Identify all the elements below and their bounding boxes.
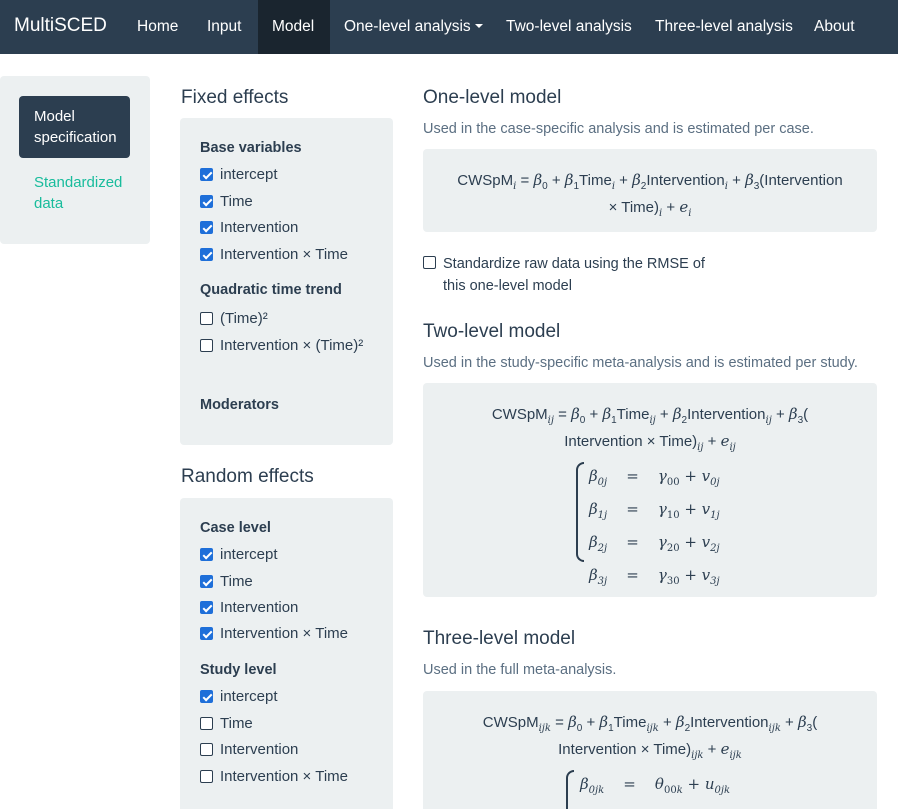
one-level-model-title: One-level model (423, 87, 562, 108)
quadratic-trend-title: Quadratic time trend (200, 282, 342, 298)
caret-down-icon (474, 23, 483, 28)
checkbox-empty-icon[interactable] (200, 717, 213, 730)
pill-standardized-data[interactable]: Standardized data (34, 172, 134, 214)
checkbox-checked-icon[interactable] (200, 548, 213, 561)
checkbox-checked-icon[interactable] (200, 690, 213, 703)
one-level-model-note: Used in the case-specific analysis and i… (423, 121, 814, 137)
checkbox-empty-icon[interactable] (200, 770, 213, 783)
nav-about[interactable]: About (800, 0, 869, 54)
base-variables-title: Base variables (200, 140, 302, 156)
checkbox-checked-icon[interactable] (200, 195, 213, 208)
random-effects-title: Random effects (181, 466, 314, 487)
nav-three-level[interactable]: Three-level analysis (641, 0, 807, 54)
two-level-model-title: Two-level model (423, 321, 561, 342)
checkbox-empty-icon[interactable] (423, 256, 436, 269)
one-level-equation: CWSpMi = β0 + β1Timei + β2Interventioni … (457, 171, 843, 219)
checkbox-empty-icon[interactable] (200, 743, 213, 756)
three-level-system: β0jk = θ00k + u0jk β1jk = θ10k + u1jk (580, 775, 731, 809)
checkbox-checked-icon[interactable] (200, 601, 213, 614)
nav-model[interactable]: Model (258, 0, 330, 54)
two-level-system: β0j = γ00 + v0j β1j = γ10 + v1j β2j = γ2… (589, 467, 720, 587)
two-level-equation: CWSpMij = β0 + β1Timeij + β2Intervention… (491, 405, 809, 453)
three-level-equation: CWSpMijk = β0 + β1Timeijk + β2Interventi… (482, 713, 818, 761)
checkbox-checked-icon[interactable] (200, 248, 213, 261)
pill-model-specification[interactable]: Model specification (19, 96, 130, 158)
nav-one-level-dropdown[interactable]: One-level analysis (330, 0, 497, 54)
checkbox-checked-icon[interactable] (200, 221, 213, 234)
moderators-title: Moderators (200, 397, 279, 413)
brand-title[interactable]: MultiSCED (14, 14, 107, 38)
checkbox-empty-icon[interactable] (200, 312, 213, 325)
left-brace-icon (576, 462, 584, 562)
two-level-model-note: Used in the study-specific meta-analysis… (423, 355, 858, 371)
three-level-model-note: Used in the full meta-analysis. (423, 662, 617, 678)
left-brace-icon (566, 770, 574, 809)
three-level-model-title: Three-level model (423, 628, 576, 649)
nav-two-level[interactable]: Two-level analysis (492, 0, 646, 54)
checkbox-checked-icon[interactable] (200, 627, 213, 640)
checkbox-checked-icon[interactable] (200, 575, 213, 588)
nav-home[interactable]: Home (124, 0, 191, 54)
checkbox-checked-icon[interactable] (200, 168, 213, 181)
nav-input[interactable]: Input (193, 0, 255, 54)
navbar: MultiSCED Home Input Model One-level ana… (0, 0, 898, 54)
case-level-title: Case level (200, 520, 271, 536)
study-level-title: Study level (200, 662, 277, 678)
fixed-effects-title: Fixed effects (181, 87, 289, 108)
random-effects-panel (180, 498, 393, 809)
checkbox-empty-icon[interactable] (200, 339, 213, 352)
